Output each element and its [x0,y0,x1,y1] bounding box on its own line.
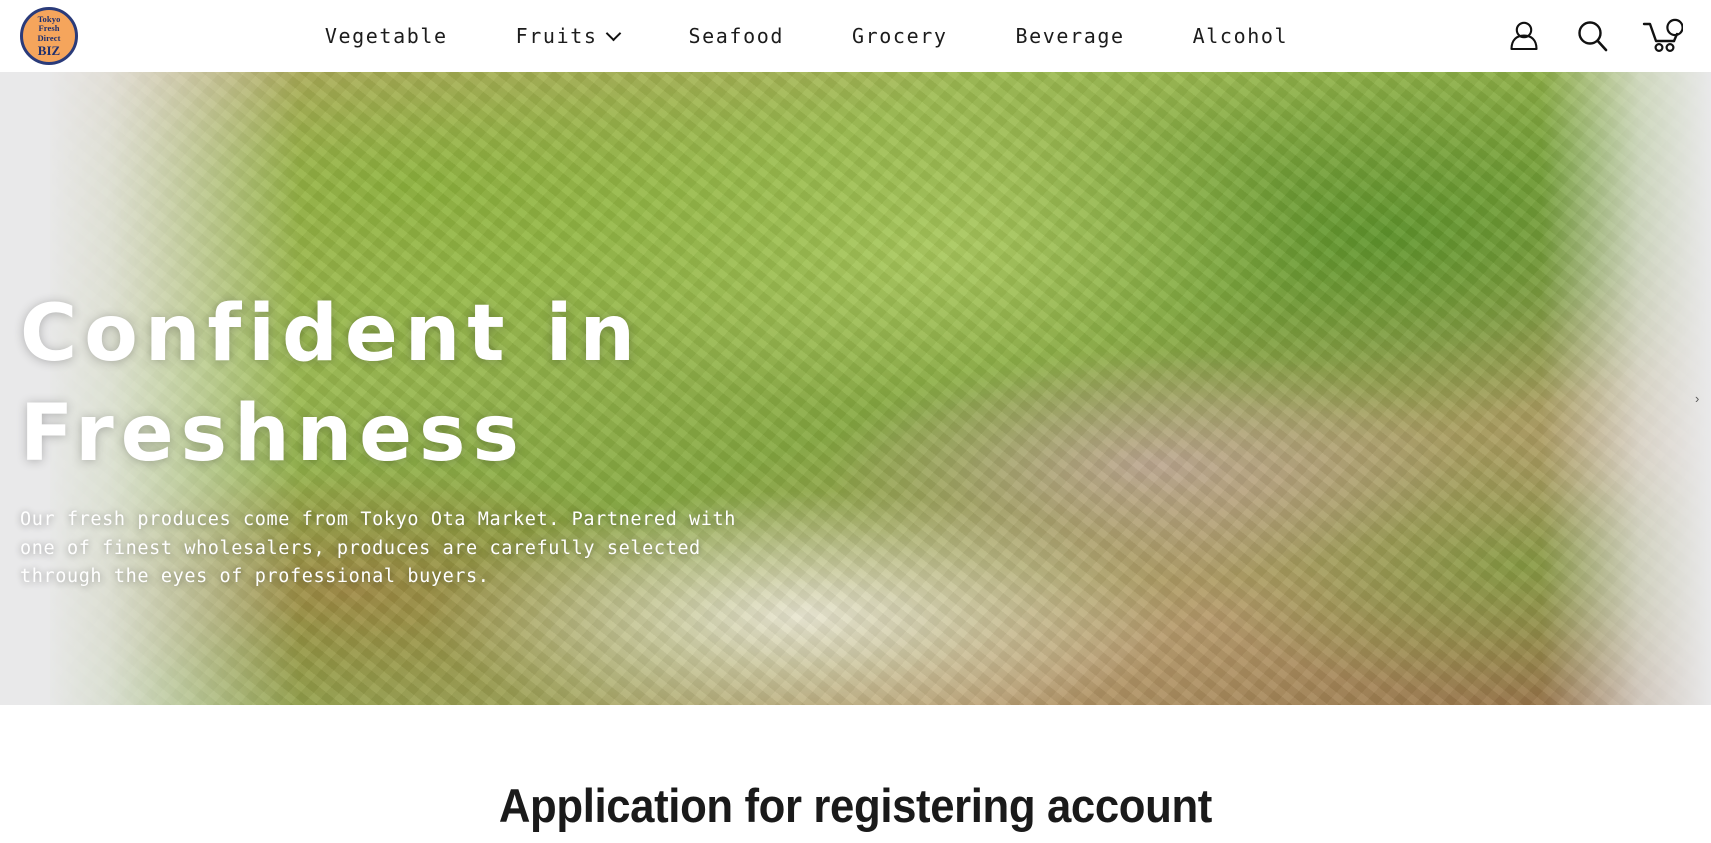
logo-line-4: BIZ [37,43,61,59]
hero-paragraph-line-2: one of finest wholesalers, produces are … [20,537,701,559]
logo-line-3: Direct [37,32,61,43]
registration-section: Application for registering account [0,705,1711,843]
header-icon-group [1505,17,1693,55]
hero-banner: Confident in Freshness Our fresh produce… [0,72,1711,705]
nav-item-fruits[interactable]: Fruits [482,24,655,48]
logo-line-1: Tokyo [37,13,61,24]
main-navigation: Vegetable Fruits Seafood Grocery Beverag… [108,24,1505,48]
hero-right-fade [1541,72,1711,705]
nav-label-vegetable: Vegetable [324,24,448,48]
search-icon[interactable] [1573,17,1611,55]
site-header: Tokyo Fresh Direct BIZ Vegetable Fruits … [0,0,1711,72]
site-logo[interactable]: Tokyo Fresh Direct BIZ [20,7,78,65]
nav-label-fruits: Fruits [515,24,598,48]
hero-title-line-2: Freshness [20,389,526,479]
page-title: Application for registering account [498,779,1213,832]
nav-item-grocery[interactable]: Grocery [818,24,982,48]
nav-item-beverage[interactable]: Beverage [982,24,1159,48]
nav-label-seafood: Seafood [688,24,784,48]
nav-item-alcohol[interactable]: Alcohol [1159,24,1323,48]
nav-item-vegetable[interactable]: Vegetable [291,24,482,48]
chevron-down-icon [607,27,621,41]
logo-line-2: Fresh [38,23,60,34]
hero-paragraph: Our fresh produces come from Tokyo Ota M… [20,506,736,592]
carousel-next-arrow-icon[interactable]: › [1695,392,1709,405]
cart-icon[interactable] [1641,17,1683,55]
hero-paragraph-line-1: Our fresh produces come from Tokyo Ota M… [20,509,737,530]
nav-label-beverage: Beverage [1015,24,1125,48]
hero-title-line-1: Confident in [20,289,643,379]
nav-label-alcohol: Alcohol [1192,24,1289,48]
nav-label-grocery: Grocery [852,24,948,48]
hero-paragraph-line-3: through the eyes of professional buyers. [20,566,490,587]
account-icon[interactable] [1505,17,1543,55]
hero-content: Confident in Freshness Our fresh produce… [20,284,736,592]
nav-item-seafood[interactable]: Seafood [655,24,819,48]
